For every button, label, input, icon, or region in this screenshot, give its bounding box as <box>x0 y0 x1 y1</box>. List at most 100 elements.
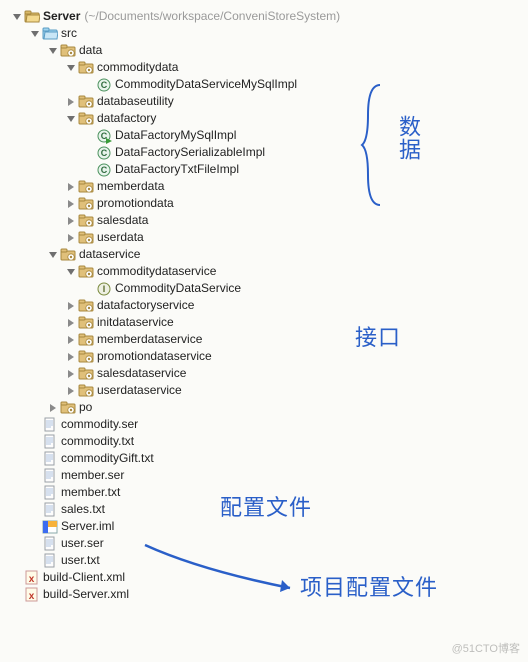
tree-label: salesdataservice <box>97 365 186 382</box>
tree-label: Server <box>43 8 80 25</box>
chevron-right-icon[interactable] <box>66 199 76 209</box>
file-icon <box>42 468 58 484</box>
tree-label: commoditydata <box>97 59 178 76</box>
chevron-right-icon[interactable] <box>66 233 76 243</box>
tree-row-promotiondataservice[interactable]: promotiondataservice <box>4 348 524 365</box>
chevron-down-icon[interactable] <box>66 114 76 124</box>
chevron-right-icon[interactable] <box>66 301 76 311</box>
chevron-right-icon[interactable] <box>66 182 76 192</box>
no-arrow <box>30 539 40 549</box>
chevron-down-icon[interactable] <box>66 63 76 73</box>
package-icon <box>78 264 94 280</box>
tree-label: src <box>61 25 77 42</box>
no-arrow <box>30 437 40 447</box>
tree-label: datafactory <box>97 110 156 127</box>
package-icon <box>78 213 94 229</box>
file-icon <box>42 502 58 518</box>
project-tree[interactable]: Server(~/Documents/workspace/ConveniStor… <box>0 0 528 611</box>
package-icon <box>78 230 94 246</box>
tree-row-server[interactable]: Server(~/Documents/workspace/ConveniStor… <box>4 8 524 25</box>
chevron-down-icon[interactable] <box>48 250 58 260</box>
tree-row-datafactorytxtfileimpl[interactable]: DataFactoryTxtFileImpl <box>4 161 524 178</box>
tree-row-commodity-txt[interactable]: commodity.txt <box>4 433 524 450</box>
file-icon <box>42 434 58 450</box>
tree-row-promotiondata[interactable]: promotiondata <box>4 195 524 212</box>
tree-row-salesdataservice[interactable]: salesdataservice <box>4 365 524 382</box>
no-arrow <box>12 573 22 583</box>
tree-row-member-ser[interactable]: member.ser <box>4 467 524 484</box>
tree-row-src[interactable]: src <box>4 25 524 42</box>
tree-row-user-ser[interactable]: user.ser <box>4 535 524 552</box>
package-icon <box>78 315 94 331</box>
chevron-down-icon[interactable] <box>66 267 76 277</box>
chevron-right-icon[interactable] <box>66 386 76 396</box>
package-icon <box>78 94 94 110</box>
tree-row-databaseutility[interactable]: databaseutility <box>4 93 524 110</box>
tree-label: commoditydataservice <box>97 263 216 280</box>
tree-row-server-iml[interactable]: Server.iml <box>4 518 524 535</box>
chevron-right-icon[interactable] <box>66 352 76 362</box>
chevron-right-icon[interactable] <box>66 97 76 107</box>
no-arrow <box>84 80 94 90</box>
tree-label: memberdata <box>97 178 164 195</box>
no-arrow <box>30 522 40 532</box>
tree-row-datafactoryservice[interactable]: datafactoryservice <box>4 297 524 314</box>
file-icon <box>42 485 58 501</box>
tree-row-commoditygift-txt[interactable]: commodityGift.txt <box>4 450 524 467</box>
tree-row-userdata[interactable]: userdata <box>4 229 524 246</box>
no-arrow <box>84 284 94 294</box>
tree-label: commodity.txt <box>61 433 134 450</box>
tree-row-build-client-xml[interactable]: build-Client.xml <box>4 569 524 586</box>
package-icon <box>78 179 94 195</box>
tree-row-commoditydataservice[interactable]: commoditydataservice <box>4 263 524 280</box>
package-icon <box>78 349 94 365</box>
tree-row-member-txt[interactable]: member.txt <box>4 484 524 501</box>
tree-label: promotiondataservice <box>97 348 212 365</box>
tree-label: initdataservice <box>97 314 174 331</box>
chevron-down-icon[interactable] <box>12 12 22 22</box>
tree-row-memberdataservice[interactable]: memberdataservice <box>4 331 524 348</box>
tree-row-userdataservice[interactable]: userdataservice <box>4 382 524 399</box>
folder-src-icon <box>42 26 58 42</box>
tree-row-commoditydataservice[interactable]: CommodityDataService <box>4 280 524 297</box>
chevron-right-icon[interactable] <box>48 403 58 413</box>
tree-row-memberdata[interactable]: memberdata <box>4 178 524 195</box>
tree-row-dataservice[interactable]: dataservice <box>4 246 524 263</box>
tree-row-build-server-xml[interactable]: build-Server.xml <box>4 586 524 603</box>
no-arrow <box>30 488 40 498</box>
class-icon <box>96 145 112 161</box>
chevron-down-icon[interactable] <box>30 29 40 39</box>
tree-row-data[interactable]: data <box>4 42 524 59</box>
tree-row-datafactorymysqlimpl[interactable]: DataFactoryMySqlImpl <box>4 127 524 144</box>
tree-row-sales-txt[interactable]: sales.txt <box>4 501 524 518</box>
package-icon <box>78 111 94 127</box>
tree-label: DataFactorySerializableImpl <box>115 144 265 161</box>
tree-label: build-Server.xml <box>43 586 129 603</box>
tree-row-commodity-ser[interactable]: commodity.ser <box>4 416 524 433</box>
tree-row-po[interactable]: po <box>4 399 524 416</box>
package-icon <box>60 247 76 263</box>
package-icon <box>78 366 94 382</box>
tree-row-datafactory[interactable]: datafactory <box>4 110 524 127</box>
file-icon <box>42 553 58 569</box>
tree-label: commodity.ser <box>61 416 138 433</box>
tree-row-user-txt[interactable]: user.txt <box>4 552 524 569</box>
tree-label: build-Client.xml <box>43 569 125 586</box>
file-icon <box>42 417 58 433</box>
tree-row-commoditydata[interactable]: commoditydata <box>4 59 524 76</box>
chevron-right-icon[interactable] <box>66 369 76 379</box>
tree-row-salesdata[interactable]: salesdata <box>4 212 524 229</box>
tree-label: CommodityDataService <box>115 280 241 297</box>
tree-label: user.txt <box>61 552 100 569</box>
file-icon <box>42 451 58 467</box>
tree-label: databaseutility <box>97 93 174 110</box>
chevron-right-icon[interactable] <box>66 335 76 345</box>
tree-label: CommodityDataServiceMySqlImpl <box>115 76 297 93</box>
chevron-right-icon[interactable] <box>66 216 76 226</box>
chevron-down-icon[interactable] <box>48 46 58 56</box>
chevron-right-icon[interactable] <box>66 318 76 328</box>
tree-row-commoditydataservicemysqlimpl[interactable]: CommodityDataServiceMySqlImpl <box>4 76 524 93</box>
tree-label: promotiondata <box>97 195 174 212</box>
tree-row-initdataservice[interactable]: initdataservice <box>4 314 524 331</box>
tree-row-datafactoryserializableimpl[interactable]: DataFactorySerializableImpl <box>4 144 524 161</box>
